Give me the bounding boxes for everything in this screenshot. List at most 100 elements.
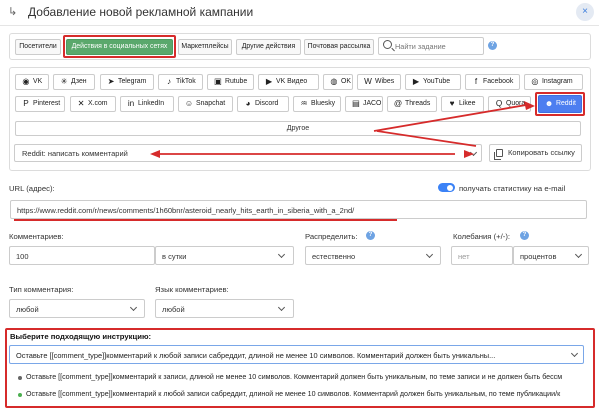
distribute-select[interactable]: естественно bbox=[305, 246, 441, 265]
distribute-label: Распределить: bbox=[305, 232, 358, 241]
tab-mailing[interactable]: Почтовая рассылка bbox=[304, 39, 374, 55]
social-button-label: Telegram bbox=[118, 78, 147, 85]
tab-other-actions[interactable]: Другие действия bbox=[236, 39, 301, 55]
close-button[interactable]: × bbox=[576, 3, 594, 21]
tab-marketplaces[interactable]: Маркетплейсы bbox=[178, 39, 232, 55]
instruction-option[interactable]: Оставьте [[comment_type]]комментарий к л… bbox=[9, 388, 589, 402]
copy-link-button[interactable]: Копировать ссылку bbox=[489, 144, 582, 162]
fluctuation-label: Колебания (+/-): bbox=[453, 232, 511, 241]
jaco-icon: ▤ bbox=[352, 99, 360, 108]
tiktok-icon: ♪ bbox=[166, 77, 172, 86]
social-button-bluesky[interactable]: ♒ Bluesky bbox=[293, 96, 341, 112]
social-button-facebook[interactable]: f Facebook bbox=[465, 74, 520, 90]
social-button-threads[interactable]: @ Threads bbox=[387, 96, 437, 112]
social-button-label: OK bbox=[341, 78, 351, 85]
search-input[interactable] bbox=[395, 39, 481, 53]
dialog-title: Добавление новой рекламной кампании bbox=[28, 5, 254, 19]
help-icon[interactable]: ? bbox=[488, 41, 497, 50]
instagram-icon: ◎ bbox=[531, 77, 539, 86]
stats-email-toggle[interactable] bbox=[438, 183, 455, 192]
discord-icon: ◕ bbox=[245, 99, 251, 108]
quora-icon: Q bbox=[495, 99, 503, 108]
language-select[interactable]: любой bbox=[155, 299, 294, 318]
instruction-option-text: Оставьте [[comment_type]]комментарий к з… bbox=[26, 373, 563, 381]
fluctuation-unit-select[interactable]: процентов bbox=[513, 246, 589, 265]
option-bullet-icon bbox=[18, 376, 22, 380]
social-button-vk[interactable]: ◉ VK bbox=[15, 74, 49, 90]
x-icon: ✕ bbox=[77, 99, 85, 108]
url-underline bbox=[14, 219, 397, 221]
comments-label: Комментариев: bbox=[9, 232, 64, 241]
social-button-telegram[interactable]: ➤ Telegram bbox=[100, 74, 154, 90]
social-button-label: Bluesky bbox=[311, 100, 336, 107]
chevron-down-icon bbox=[425, 250, 434, 259]
other-social-button[interactable]: Другое bbox=[15, 121, 581, 136]
social-button-wibes[interactable]: W Wibes bbox=[357, 74, 401, 90]
task-select[interactable]: Reddit: написать комментарий bbox=[14, 144, 482, 162]
instruction-select[interactable]: Оставьте [[comment_type]]комментарий к л… bbox=[9, 345, 584, 364]
instruction-option[interactable]: Оставьте [[comment_type]]комментарий к з… bbox=[9, 371, 589, 385]
social-button-vk-video[interactable]: ▶ VK Видео bbox=[258, 74, 319, 90]
social-button-label: Дзен bbox=[71, 78, 87, 85]
youtube-icon: ▶ bbox=[412, 77, 420, 86]
social-button-label: Pinterest bbox=[33, 100, 61, 107]
url-input[interactable]: https://www.reddit.com/r/news/comments/1… bbox=[10, 200, 587, 219]
social-button-label: TikTok bbox=[176, 78, 196, 85]
snapchat-icon: ☺ bbox=[184, 99, 194, 108]
fluctuation-input[interactable]: нет bbox=[451, 246, 513, 265]
social-button-label: Snapchat bbox=[196, 100, 226, 107]
zen-icon: ✳ bbox=[60, 77, 68, 86]
wibes-icon: W bbox=[364, 77, 372, 86]
threads-icon: @ bbox=[393, 99, 403, 108]
social-button-youtube[interactable]: ▶ YouTube bbox=[405, 74, 461, 90]
social-button-quora[interactable]: Q Quora bbox=[488, 96, 531, 112]
social-button-pinterest[interactable]: P Pinterest bbox=[15, 96, 65, 112]
url-label: URL (адрес): bbox=[9, 184, 55, 193]
vk-video-icon: ▶ bbox=[265, 77, 273, 86]
social-button-instagram[interactable]: ◎ Instagram bbox=[524, 74, 583, 90]
social-button-discord[interactable]: ◕ Discord bbox=[237, 96, 289, 112]
chevron-down-icon bbox=[277, 303, 286, 312]
instruction-select-value: Оставьте [[comment_type]]комментарий к л… bbox=[16, 351, 496, 360]
social-button-ok[interactable]: ◍ OK bbox=[323, 74, 353, 90]
copy-icon bbox=[494, 149, 503, 160]
social-button-label: Quora bbox=[506, 100, 526, 107]
back-arrow-icon: ↳ bbox=[8, 6, 18, 18]
comments-count-input[interactable]: 100 bbox=[9, 246, 155, 265]
social-button-label: Discord bbox=[255, 100, 279, 107]
chevron-down-icon bbox=[277, 250, 286, 259]
comment-type-label: Тип комментария: bbox=[9, 285, 74, 294]
social-button-zen[interactable]: ✳ Дзен bbox=[53, 74, 95, 90]
social-button-label: Instagram bbox=[542, 78, 573, 85]
period-value: в сутки bbox=[162, 252, 187, 261]
chevron-down-icon bbox=[469, 148, 478, 157]
comment-type-select[interactable]: любой bbox=[9, 299, 145, 318]
social-button-jaco[interactable]: ▤ JACO bbox=[345, 96, 383, 112]
chevron-down-icon bbox=[129, 303, 138, 312]
social-button-snapchat[interactable]: ☺ Snapchat bbox=[178, 96, 233, 112]
linkedin-icon: in bbox=[127, 99, 135, 108]
social-button-label: Threads bbox=[405, 100, 431, 107]
bluesky-icon: ♒ bbox=[300, 99, 308, 108]
facebook-icon: f bbox=[474, 77, 478, 86]
tab-visitors[interactable]: Посетители bbox=[15, 39, 61, 55]
chevron-down-icon bbox=[574, 250, 583, 259]
social-button-rutube[interactable]: ▣ Rutube bbox=[207, 74, 254, 90]
social-button-likee[interactable]: ♥ Likee bbox=[441, 96, 484, 112]
fluctuation-value: нет bbox=[458, 252, 470, 261]
social-button-label: X.com bbox=[88, 100, 108, 107]
social-button-tiktok[interactable]: ♪ TikTok bbox=[158, 74, 203, 90]
social-button-label: JACO bbox=[363, 100, 382, 107]
help-icon[interactable]: ? bbox=[520, 231, 529, 240]
period-select[interactable]: в сутки bbox=[155, 246, 294, 265]
task-search bbox=[378, 37, 484, 55]
comment-type-value: любой bbox=[16, 305, 39, 314]
social-button-linkedin[interactable]: in LinkedIn bbox=[120, 96, 174, 112]
language-label: Язык комментариев: bbox=[155, 285, 229, 294]
url-value: https://www.reddit.com/r/news/comments/1… bbox=[17, 206, 355, 215]
social-button-x[interactable]: ✕ X.com bbox=[70, 96, 116, 112]
help-icon[interactable]: ? bbox=[366, 231, 375, 240]
comments-count-value: 100 bbox=[16, 252, 29, 261]
instruction-label: Выберите подходящую инструкцию: bbox=[10, 332, 152, 341]
dialog-header: ↳ Добавление новой рекламной кампании × bbox=[0, 0, 599, 26]
